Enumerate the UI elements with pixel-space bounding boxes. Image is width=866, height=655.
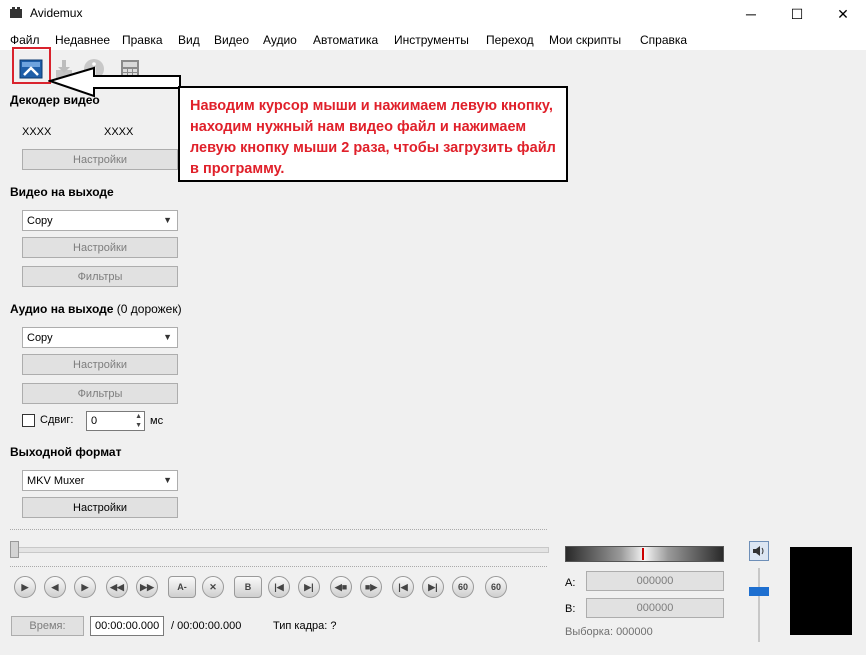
menu-auto[interactable]: Автоматика: [313, 33, 378, 47]
video-decoder-heading: Декодер видео: [10, 93, 100, 107]
menu-tools[interactable]: Инструменты: [394, 33, 469, 47]
decoder-settings-button[interactable]: Настройки: [22, 149, 178, 170]
timeline-slider[interactable]: [10, 547, 549, 553]
shift-label: Сдвиг:: [40, 414, 74, 426]
go-to-marker-b-icon[interactable]: ▶|: [298, 576, 320, 598]
audio-filters-button[interactable]: Фильтры: [22, 383, 178, 404]
volume-track: [758, 568, 760, 642]
volume-slider-handle[interactable]: [749, 587, 769, 596]
time-button[interactable]: Время:: [11, 616, 84, 636]
chevron-down-icon: ▼: [163, 215, 172, 225]
speaker-icon: [753, 546, 764, 556]
menu-help[interactable]: Справка: [640, 33, 687, 47]
next-frame-icon[interactable]: ▶: [74, 576, 96, 598]
audio-tracks-count: (0 дорожек): [116, 302, 182, 316]
highlight-box: [12, 47, 51, 84]
set-marker-a-button[interactable]: A-: [168, 576, 196, 598]
next-keyframe-icon[interactable]: ■▶: [360, 576, 382, 598]
maximize-button[interactable]: ☐: [774, 0, 820, 28]
rewind-icon[interactable]: ◀◀: [106, 576, 128, 598]
volume-button[interactable]: [749, 541, 769, 561]
close-button[interactable]: ✕: [820, 0, 866, 28]
format-settings-button[interactable]: Настройки: [22, 497, 178, 518]
window-title: Avidemux: [30, 6, 83, 20]
go-to-start-icon[interactable]: |◀: [392, 576, 414, 598]
muxer-value: MKV Muxer: [27, 474, 85, 487]
callout-annotation: Наводим курсор мыши и нажимаем левую кно…: [178, 86, 568, 182]
audio-output-heading: Аудио на выходе (0 дорожек): [10, 302, 182, 316]
menu-edit[interactable]: Правка: [122, 33, 163, 47]
timeline-handle[interactable]: [10, 541, 19, 558]
decoder-codec-b: XXXX: [104, 126, 134, 138]
video-codec-value: Copy: [27, 214, 53, 227]
frame-type: Тип кадра: ?: [273, 620, 337, 632]
video-preview: [790, 547, 852, 635]
menu-audio[interactable]: Аудио: [263, 33, 297, 47]
shift-spinbox[interactable]: 0 ▲ ▼: [86, 411, 145, 431]
decoder-codec-a: XXXX: [22, 126, 52, 138]
chevron-down-icon: ▼: [163, 475, 172, 485]
prev-keyframe-icon[interactable]: ◀■: [330, 576, 352, 598]
menu-scripts[interactable]: Мои скрипты: [549, 33, 621, 47]
jog-shuttle[interactable]: [565, 546, 724, 562]
play-icon[interactable]: ▶: [14, 576, 36, 598]
menu-file[interactable]: Файл: [10, 33, 40, 47]
timeline-ticks-top: [10, 529, 547, 536]
total-time: / 00:00:00.000: [171, 620, 242, 632]
audio-codec-value: Copy: [27, 331, 53, 344]
set-marker-b-button[interactable]: B: [234, 576, 262, 598]
go-to-marker-a-icon[interactable]: |◀: [268, 576, 290, 598]
prev-frame-icon[interactable]: ◀: [44, 576, 66, 598]
selection-count: Выборка: 000000: [565, 626, 653, 638]
audio-codec-select[interactable]: Copy ▼: [22, 327, 178, 348]
video-filters-button[interactable]: Фильтры: [22, 266, 178, 287]
menu-bar: Файл Недавнее Правка Вид Видео Аудио Авт…: [0, 28, 866, 51]
muxer-select[interactable]: MKV Muxer ▼: [22, 470, 178, 491]
shift-unit: мс: [150, 415, 164, 427]
forward-60-button[interactable]: 60: [485, 576, 507, 598]
fast-forward-icon[interactable]: ▶▶: [136, 576, 158, 598]
marker-a-value: 000000: [586, 571, 724, 591]
marker-b-value: 000000: [586, 598, 724, 618]
go-to-end-icon[interactable]: ▶|: [422, 576, 444, 598]
minimize-button[interactable]: ─: [728, 0, 774, 28]
delete-selection-icon[interactable]: ✕: [202, 576, 224, 598]
menu-go[interactable]: Переход: [486, 33, 534, 47]
spin-arrows-icon[interactable]: ▲ ▼: [135, 412, 142, 430]
video-settings-button[interactable]: Настройки: [22, 237, 178, 258]
marker-a-label: A:: [565, 577, 576, 589]
chevron-down-icon: ▼: [163, 332, 172, 342]
app-icon: [9, 6, 23, 20]
title-bar: Avidemux ─ ☐ ✕: [0, 0, 866, 28]
menu-recent[interactable]: Недавнее: [55, 33, 110, 47]
timeline-ticks-bottom: [10, 560, 547, 567]
output-format-heading: Выходной формат: [10, 445, 122, 459]
marker-b-label: B:: [565, 603, 576, 615]
back-60-button[interactable]: 60: [452, 576, 474, 598]
audio-settings-button[interactable]: Настройки: [22, 354, 178, 375]
menu-video[interactable]: Видео: [214, 33, 249, 47]
menu-view[interactable]: Вид: [178, 33, 200, 47]
audio-output-title: Аудио на выходе: [10, 302, 114, 316]
video-codec-select[interactable]: Copy ▼: [22, 210, 178, 231]
video-output-heading: Видео на выходе: [10, 185, 114, 199]
shift-value: 0: [91, 415, 98, 427]
jog-indicator: [642, 548, 644, 560]
shift-checkbox[interactable]: [22, 414, 35, 427]
current-time-field[interactable]: 00:00:00.000: [90, 616, 164, 636]
